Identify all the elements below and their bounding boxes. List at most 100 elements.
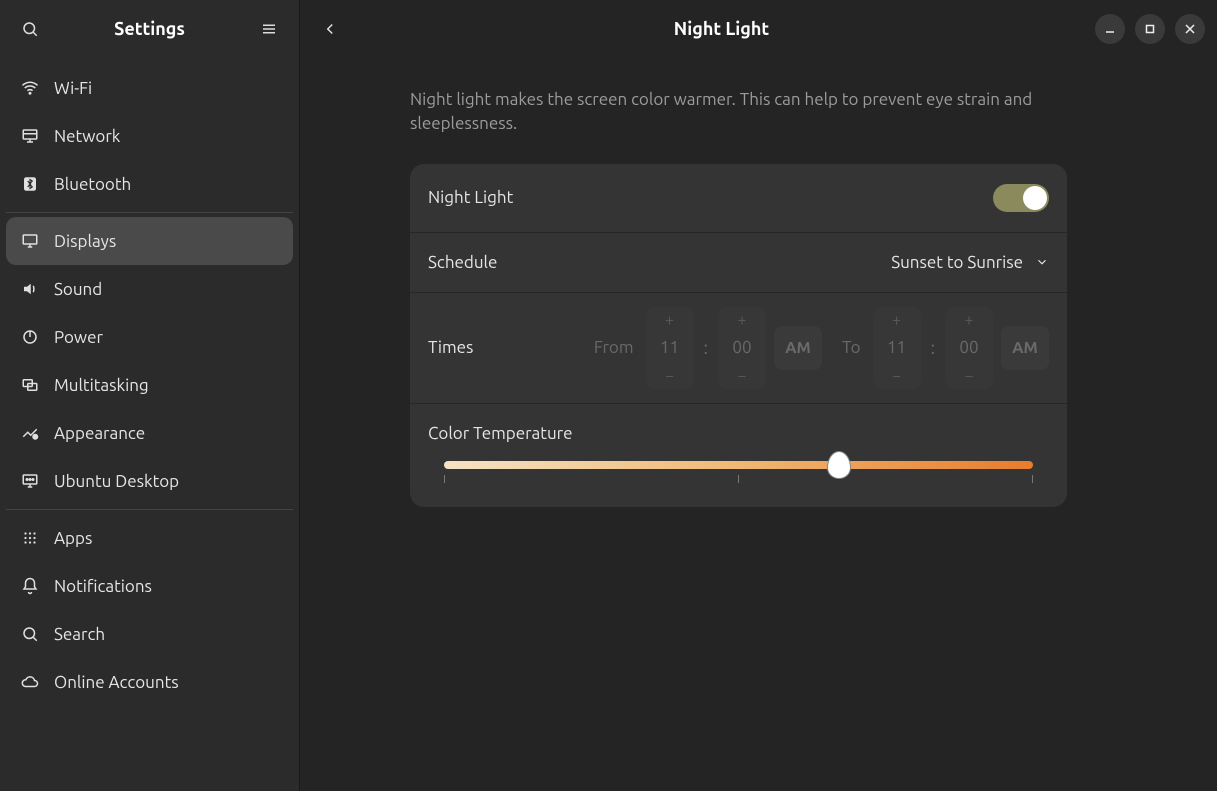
night-light-toggle[interactable] xyxy=(993,184,1049,212)
main-header: Night Light xyxy=(300,0,1217,58)
sidebar-item-label: Wi-Fi xyxy=(54,79,92,98)
minimize-button[interactable] xyxy=(1095,14,1125,44)
schedule-label: Schedule xyxy=(428,253,891,272)
description-text: Night light makes the screen color warme… xyxy=(410,88,1067,136)
close-icon xyxy=(1184,23,1196,35)
sidebar-header: Settings xyxy=(0,0,299,58)
toggle-knob xyxy=(1023,186,1047,210)
content: Night light makes the screen color warme… xyxy=(300,58,1217,507)
from-hour-value: 11 xyxy=(646,333,694,363)
sidebar-item-wi-fi[interactable]: Wi-Fi xyxy=(6,64,293,112)
sidebar-item-sound[interactable]: Sound xyxy=(6,265,293,313)
sidebar-item-label: Search xyxy=(54,625,105,644)
sound-icon xyxy=(20,279,40,299)
sidebar-item-power[interactable]: Power xyxy=(6,313,293,361)
from-label: From xyxy=(594,338,634,357)
hamburger-icon xyxy=(260,20,278,38)
from-ampm-toggle[interactable]: AM xyxy=(774,326,822,370)
plus-icon[interactable]: + xyxy=(718,307,766,333)
sidebar-item-label: Ubuntu Desktop xyxy=(54,472,179,491)
from-min-value: 00 xyxy=(718,333,766,363)
sidebar-item-label: Online Accounts xyxy=(54,673,179,692)
schedule-row: Schedule Sunset to Sunrise xyxy=(410,233,1067,293)
sidebar-item-search[interactable]: Search xyxy=(6,610,293,658)
search-icon xyxy=(20,624,40,644)
minus-icon[interactable]: − xyxy=(945,363,993,389)
color-temperature-slider[interactable] xyxy=(428,461,1049,483)
times-row: Times From + 11 − : + 00 − AM To xyxy=(410,293,1067,404)
sidebar-item-label: Power xyxy=(54,328,103,347)
window-controls xyxy=(1095,14,1205,44)
sidebar-separator xyxy=(6,509,293,510)
wifi-icon xyxy=(20,78,40,98)
plus-icon[interactable]: + xyxy=(646,307,694,333)
sidebar-separator xyxy=(6,212,293,213)
slider-track xyxy=(444,461,1033,469)
sidebar-item-displays[interactable]: Displays xyxy=(6,217,293,265)
sidebar-list: Wi-Fi Network Bluetooth Displays Sound Power M… xyxy=(0,58,299,791)
chevron-left-icon xyxy=(321,20,339,38)
sidebar-item-label: Appearance xyxy=(54,424,145,443)
back-button[interactable] xyxy=(312,11,348,47)
sidebar-item-appearance[interactable]: Appearance xyxy=(6,409,293,457)
colon: : xyxy=(929,338,937,358)
chevron-down-icon xyxy=(1035,255,1049,269)
maximize-icon xyxy=(1144,23,1156,35)
power-icon xyxy=(20,327,40,347)
sidebar-item-notifications[interactable]: Notifications xyxy=(6,562,293,610)
to-min-value: 00 xyxy=(945,333,993,363)
slider-thumb[interactable] xyxy=(827,451,851,479)
schedule-dropdown[interactable]: Sunset to Sunrise xyxy=(891,253,1049,272)
sidebar-item-label: Notifications xyxy=(54,577,152,596)
apps-icon xyxy=(20,528,40,548)
main: Night Light Night light makes the screen… xyxy=(300,0,1217,791)
slider-ticks xyxy=(444,475,1033,483)
multitask-icon xyxy=(20,375,40,395)
from-min-stepper[interactable]: + 00 − xyxy=(718,307,766,389)
sidebar-item-online-accounts[interactable]: Online Accounts xyxy=(6,658,293,706)
settings-panel: Night Light Schedule Sunset to Sunrise T… xyxy=(410,164,1067,507)
sidebar-item-label: Sound xyxy=(54,280,102,299)
plus-icon[interactable]: + xyxy=(945,307,993,333)
minus-icon[interactable]: − xyxy=(718,363,766,389)
times-label: Times xyxy=(428,338,590,357)
search-button[interactable] xyxy=(12,20,48,38)
to-hour-value: 11 xyxy=(873,333,921,363)
times-controls: From + 11 − : + 00 − AM To + xyxy=(590,307,1049,389)
from-hour-stepper[interactable]: + 11 − xyxy=(646,307,694,389)
to-label: To xyxy=(842,338,861,357)
maximize-button[interactable] xyxy=(1135,14,1165,44)
cloud-icon xyxy=(20,672,40,692)
colon: : xyxy=(702,338,710,358)
hamburger-button[interactable] xyxy=(251,20,287,38)
close-button[interactable] xyxy=(1175,14,1205,44)
minus-icon[interactable]: − xyxy=(873,363,921,389)
sidebar-item-ubuntu-desktop[interactable]: Ubuntu Desktop xyxy=(6,457,293,505)
sidebar: Settings Wi-Fi Network Bluetooth Displays So… xyxy=(0,0,300,791)
sidebar-item-bluetooth[interactable]: Bluetooth xyxy=(6,160,293,208)
sidebar-item-apps[interactable]: Apps xyxy=(6,514,293,562)
minimize-icon xyxy=(1104,23,1116,35)
minus-icon[interactable]: − xyxy=(646,363,694,389)
sidebar-item-label: Bluetooth xyxy=(54,175,131,194)
night-light-row: Night Light xyxy=(410,164,1067,233)
display-icon xyxy=(20,231,40,251)
page-title: Night Light xyxy=(348,19,1095,39)
network-icon xyxy=(20,126,40,146)
color-temperature-row: Color Temperature xyxy=(410,404,1067,507)
sidebar-item-multitasking[interactable]: Multitasking xyxy=(6,361,293,409)
bluetooth-icon xyxy=(20,174,40,194)
to-ampm-toggle[interactable]: AM xyxy=(1001,326,1049,370)
schedule-value: Sunset to Sunrise xyxy=(891,253,1023,272)
to-min-stepper[interactable]: + 00 − xyxy=(945,307,993,389)
appearance-icon xyxy=(20,423,40,443)
search-icon xyxy=(21,20,39,38)
to-hour-stepper[interactable]: + 11 − xyxy=(873,307,921,389)
color-temperature-label: Color Temperature xyxy=(428,424,1049,443)
sidebar-title: Settings xyxy=(48,19,251,39)
bell-icon xyxy=(20,576,40,596)
sidebar-item-label: Network xyxy=(54,127,120,146)
sidebar-item-label: Displays xyxy=(54,232,116,251)
plus-icon[interactable]: + xyxy=(873,307,921,333)
sidebar-item-network[interactable]: Network xyxy=(6,112,293,160)
